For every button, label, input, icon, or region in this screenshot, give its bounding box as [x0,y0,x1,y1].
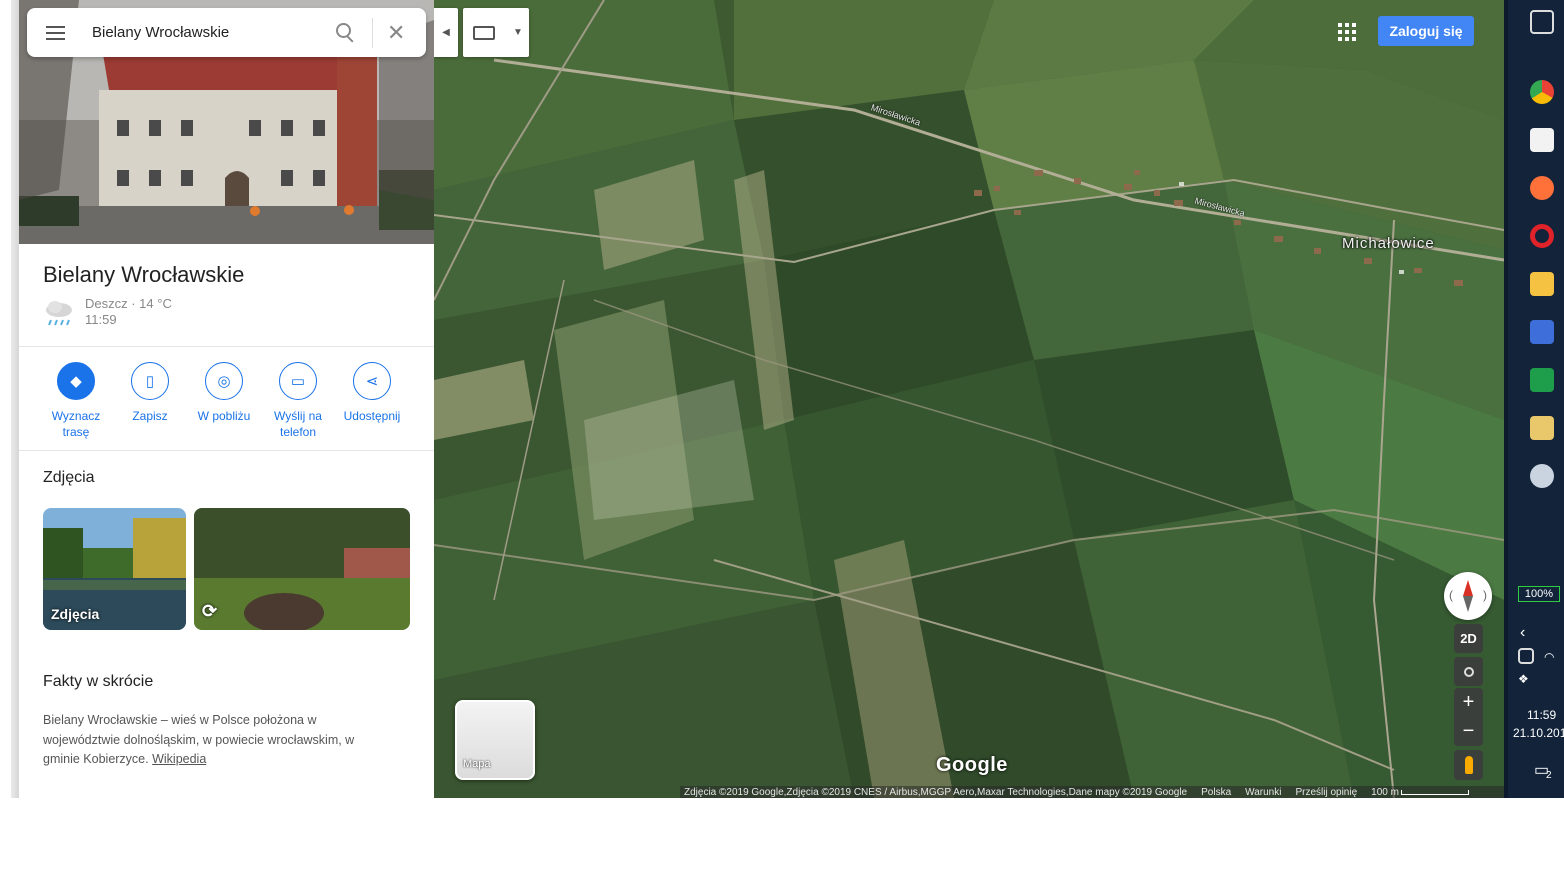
signin-button[interactable]: Zaloguj się [1378,16,1474,46]
satellite-imagery [434,0,1504,798]
360-view-icon: ⟳ [202,601,218,621]
battery-indicator[interactable]: 100% [1518,586,1560,602]
file-explorer-icon[interactable] [1530,272,1554,296]
facts-text: Bielany Wrocławskie – wieś w Polsce poło… [43,713,355,766]
screen: Mirosławicka Mirosławicka Michałowice ◀ … [0,0,1564,880]
zoom-controls: + − [1454,688,1483,746]
tray-icon[interactable] [1518,648,1534,664]
zoom-in-button[interactable]: + [1454,688,1483,717]
scale-label[interactable]: 100 m [1371,787,1469,798]
input-tools-button[interactable]: ▼ [463,8,529,57]
weather-info: Deszcz · 14 °C 11:59 [43,296,172,328]
photo-360-thumbnail[interactable]: ⟳ [194,508,410,630]
photo-caption: Zdjęcia [51,606,100,622]
weather-text: Deszcz · 14 °C 11:59 [85,296,172,328]
nearby-icon: ◎ [205,362,243,400]
google-logo: Google [936,754,1008,776]
folder-app-icon[interactable] [1530,416,1554,440]
send-to-phone-icon: ▭ [279,362,317,400]
spreadsheet-icon[interactable] [1530,368,1554,392]
windows-taskbar [1508,0,1564,798]
scale-bar [1400,789,1469,795]
keyboard-icon [473,25,495,40]
place-title: Bielany Wrocławskie [43,262,245,287]
hamburger-menu-icon[interactable] [46,25,65,40]
place-panel: Bielany Wrocławskie Deszcz · 14 °C 11:59 [19,0,434,798]
apps-grid-icon[interactable] [1338,23,1356,41]
bookmark-icon: ▯ [131,362,169,400]
panel-edge [11,0,19,798]
pegman-icon[interactable] [1454,750,1483,780]
notifications-count: 2 [1546,770,1552,781]
store-icon[interactable] [1530,128,1554,152]
send-to-phone-button[interactable]: ▭ Wyślij na telefon [261,362,335,440]
collapse-panel-button[interactable]: ◀ [434,8,458,57]
dropdown-arrow-icon[interactable]: ▼ [513,27,523,38]
firefox-icon[interactable] [1530,176,1554,200]
photos-section-title: Zdjęcia [43,469,95,486]
feedback-link[interactable]: Prześlij opinię [1295,787,1357,798]
close-icon[interactable]: ✕ [387,21,405,44]
keyboard-controls: ◀ ▼ [434,8,529,57]
dropbox-icon[interactable]: ❖ [1518,672,1529,686]
nearby-button[interactable]: ◎ W pobliżu [187,362,261,440]
compass-icon[interactable]: () [1444,572,1492,620]
terms-link[interactable]: Warunki [1245,787,1281,798]
chevron-left-icon[interactable]: ‹ [1520,624,1525,642]
action-buttons: ◆ Wyznacz trasę ▯ Zapisz ◎ W pobliżu ▭ Wy… [39,362,409,440]
my-location-button[interactable] [1454,657,1483,686]
directions-button[interactable]: ◆ Wyznacz trasę [39,362,113,440]
divider [372,17,373,48]
divider [19,346,434,347]
opera-icon[interactable] [1530,224,1554,248]
search-box: ✕ [27,8,426,57]
country-link[interactable]: Polska [1201,787,1231,798]
map-layer-toggle[interactable]: Mapa [455,700,535,780]
park-photo [194,508,410,630]
share-icon: ⋖ [353,362,391,400]
app-icon[interactable] [1530,464,1554,488]
view-2d-button[interactable]: 2D [1454,624,1483,653]
location-icon [1463,666,1474,677]
save-disk-icon[interactable] [1530,320,1554,344]
clock-date[interactable]: 21.10.201 [1513,726,1564,740]
weather-condition: Deszcz · 14 °C [85,296,172,311]
save-button[interactable]: ▯ Zapisz [113,362,187,440]
wikipedia-link[interactable]: Wikipedia [152,752,206,766]
layer-toggle-label: Mapa [463,758,491,770]
map-place-label[interactable]: Michałowice [1342,235,1435,252]
task-view-icon[interactable] [1530,10,1554,34]
photo-thumbnail[interactable]: Zdjęcia [43,508,186,630]
directions-icon: ◆ [57,362,95,400]
chrome-icon[interactable] [1530,80,1554,104]
wifi-icon[interactable]: ◠ [1544,650,1554,664]
satellite-map[interactable]: Mirosławicka Mirosławicka Michałowice ◀ … [434,0,1504,798]
share-button[interactable]: ⋖ Udostępnij [335,362,409,440]
map-attribution-bar: Zdjęcia ©2019 Google,Zdjęcia ©2019 CNES … [680,786,1504,798]
zoom-out-button[interactable]: − [1454,717,1483,746]
rain-cloud-icon [43,296,75,328]
facts-section-title: Fakty w skrócie [43,673,154,690]
search-input[interactable] [92,24,312,41]
weather-time: 11:59 [85,312,117,327]
divider [19,450,434,451]
attribution-text: Zdjęcia ©2019 Google,Zdjęcia ©2019 CNES … [684,786,1188,798]
search-icon[interactable] [336,22,356,43]
clock-time[interactable]: 11:59 [1527,708,1556,722]
